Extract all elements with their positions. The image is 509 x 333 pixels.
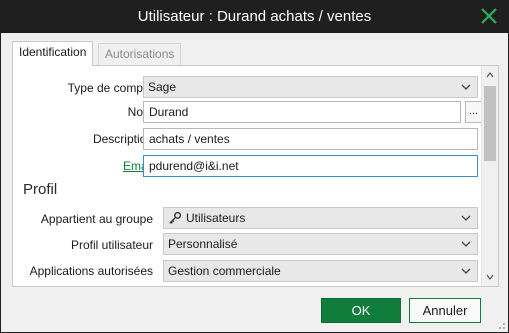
scrollbar-thumb[interactable] bbox=[484, 86, 496, 161]
groupe-label: Appartient au groupe bbox=[40, 212, 153, 226]
ok-button[interactable]: OK bbox=[321, 298, 401, 323]
tab-autorisations[interactable]: Autorisations bbox=[98, 43, 182, 65]
identification-panel: Type de compte Sage Nom Durand ... Descr… bbox=[12, 65, 499, 287]
chevron-down-icon bbox=[461, 268, 471, 274]
chevron-down-icon bbox=[461, 241, 471, 247]
profil-heading: Profil bbox=[23, 181, 58, 198]
key-icon bbox=[169, 211, 182, 224]
dialog-body: Identification Autorisations Type de com… bbox=[1, 33, 508, 332]
chevron-down-icon bbox=[461, 215, 471, 221]
type-compte-value: Sage bbox=[148, 80, 177, 94]
type-compte-select[interactable]: Sage bbox=[143, 76, 478, 98]
chevron-down-icon bbox=[461, 84, 471, 90]
applications-value: Gestion commerciale bbox=[168, 264, 281, 278]
nom-field[interactable]: Durand bbox=[143, 101, 461, 123]
scroll-up-icon[interactable] bbox=[486, 71, 494, 79]
profil-utilisateur-label: Profil utilisateur bbox=[70, 238, 153, 252]
profil-utilisateur-select[interactable]: Personnalisé bbox=[163, 233, 478, 255]
profil-utilisateur-value: Personnalisé bbox=[168, 237, 238, 251]
nom-label: Nom bbox=[127, 105, 153, 119]
scroll-down-icon[interactable] bbox=[486, 273, 494, 281]
vertical-scrollbar[interactable] bbox=[481, 66, 498, 286]
resize-grip-icon[interactable] bbox=[496, 320, 506, 330]
title-bar: Utilisateur : Durand achats / ventes bbox=[0, 0, 509, 33]
cancel-button[interactable]: Annuler bbox=[409, 298, 481, 323]
groupe-select[interactable]: Utilisateurs bbox=[163, 207, 478, 229]
applications-label: Applications autorisées bbox=[29, 264, 153, 278]
applications-select[interactable]: Gestion commerciale bbox=[163, 260, 478, 282]
email-field[interactable]: pdurend@i&i.net bbox=[143, 155, 478, 177]
nom-browse-button[interactable]: ... bbox=[465, 101, 482, 123]
close-icon[interactable] bbox=[479, 6, 499, 26]
type-compte-label: Type de compte bbox=[67, 81, 153, 95]
groupe-value: Utilisateurs bbox=[186, 211, 246, 225]
description-field[interactable]: achats / ventes bbox=[143, 128, 478, 150]
email-label-wrap: Email bbox=[13, 159, 153, 173]
description-label: Description bbox=[92, 132, 153, 146]
window-title: Utilisateur : Durand achats / ventes bbox=[137, 8, 372, 25]
tab-identification[interactable]: Identification bbox=[12, 41, 94, 66]
